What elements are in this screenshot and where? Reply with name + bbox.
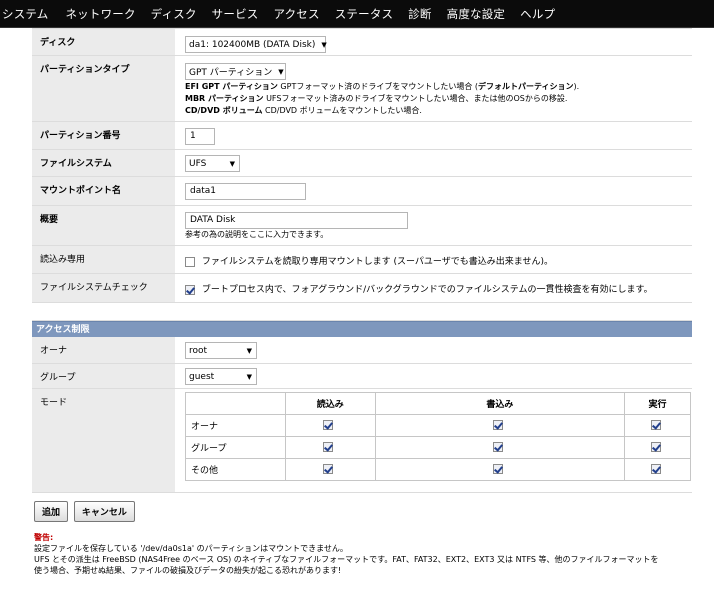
chevron-down-icon: ▼ [246, 372, 252, 381]
mount-form: ディスク da1: 102400MB (DATA Disk) ▼ パーティション… [32, 28, 692, 576]
mode-row: モード 読込み 書込み 実行 オーナ グループ その他 [32, 389, 692, 493]
chevron-down-icon: ▼ [321, 40, 327, 49]
partition-type-row: パーティションタイプ GPT パーティション ▼ EFI GPT パーティション… [32, 56, 692, 122]
readonly-label: 読込み専用 [32, 246, 175, 273]
header-read: 読込み [284, 392, 376, 415]
permission-row-owner: オーナ [185, 414, 691, 437]
nav-status[interactable]: ステータス [335, 6, 394, 22]
other-write-checkbox[interactable] [492, 464, 503, 475]
readonly-checkbox[interactable] [185, 256, 195, 267]
nav-network[interactable]: ネットワーク [65, 6, 135, 22]
permission-header-row: 読込み 書込み 実行 [185, 392, 691, 415]
spacer [32, 303, 692, 321]
filesystem-row: ファイルシステム UFS ▼ [32, 150, 692, 177]
chevron-down-icon: ▼ [278, 67, 284, 76]
fsck-text: ブートプロセス内で、フォアグラウンド/バックグラウンドでのファイルシステムの一貫… [201, 285, 653, 295]
partition-number-label: パーティション番号 [32, 122, 175, 149]
group-read-checkbox[interactable] [323, 442, 334, 453]
permission-row-other: その他 [185, 458, 691, 481]
top-nav-bar: システム ネットワーク ディスク サービス アクセス ステータス 診断 高度な設… [0, 0, 714, 28]
filesystem-value: UFS [189, 158, 207, 169]
partition-type-select[interactable]: GPT パーティション ▼ [185, 63, 286, 80]
disk-row: ディスク da1: 102400MB (DATA Disk) ▼ [32, 28, 692, 56]
warning-line-2: UFS とその派生は FreeBSD (NAS4Free のベース OS) のネ… [34, 555, 659, 564]
warning-line-1: 設定ファイルを保存している '/dev/da0s1a' のパーティションはマウン… [34, 544, 348, 553]
other-exec-checkbox[interactable] [650, 464, 661, 475]
warning-line-3: 使う場合、予期せぬ結果、ファイルの破損及びデータの紛失が起こる恐れがあります! [34, 566, 342, 575]
partition-type-value: GPT パーティション [189, 68, 273, 78]
description-label: 概要 [32, 206, 175, 245]
row-name: グループ [185, 436, 286, 459]
mode-label: モード [32, 389, 175, 492]
group-label: グループ [32, 364, 175, 388]
permission-row-group: グループ [185, 436, 691, 459]
warning-title: 警告: [34, 533, 54, 542]
row-name: オーナ [185, 414, 286, 437]
filesystem-select[interactable]: UFS ▼ [185, 155, 240, 172]
warning-block: 警告: 設定ファイルを保存している '/dev/da0s1a' のパーティション… [32, 522, 692, 576]
group-write-checkbox[interactable] [492, 442, 503, 453]
group-exec-checkbox[interactable] [650, 442, 661, 453]
disk-select-value: da1: 102400MB (DATA Disk) [189, 39, 316, 50]
partition-type-label: パーティションタイプ [32, 56, 175, 121]
nav-advanced[interactable]: 高度な設定 [447, 6, 506, 22]
group-row: グループ guest ▼ [32, 364, 692, 389]
group-select[interactable]: guest ▼ [185, 368, 257, 385]
readonly-row: 読込み専用 ファイルシステムを読取り専用マウントします (スーパユーザでも書込み… [32, 246, 692, 274]
header-exec: 実行 [624, 392, 691, 415]
permission-table: 読込み 書込み 実行 オーナ グループ その他 [185, 392, 691, 481]
owner-write-checkbox[interactable] [492, 420, 503, 431]
disk-select[interactable]: da1: 102400MB (DATA Disk) ▼ [185, 36, 327, 53]
owner-exec-checkbox[interactable] [650, 420, 661, 431]
filesystem-label: ファイルシステム [32, 150, 175, 176]
partition-number-row: パーティション番号 1 [32, 122, 692, 150]
mountpoint-label: マウントポイント名 [32, 177, 175, 205]
description-hint: 参考の為の説明をここに入力できます。 [185, 230, 329, 239]
other-read-checkbox[interactable] [323, 464, 334, 475]
chevron-down-icon: ▼ [229, 159, 235, 168]
fsck-label: ファイルシステムチェック [32, 274, 175, 302]
fsck-row: ファイルシステムチェック ブートプロセス内で、フォアグラウンド/バックグラウンド… [32, 274, 692, 303]
nav-help[interactable]: ヘルプ [520, 6, 555, 22]
fsck-checkbox[interactable] [185, 284, 195, 295]
mountpoint-row: マウントポイント名 data1 [32, 177, 692, 206]
nav-access[interactable]: アクセス [273, 6, 319, 22]
owner-value: root [189, 345, 208, 356]
access-section-title: アクセス制限 [32, 321, 692, 337]
description-row: 概要 DATA Disk 参考の為の説明をここに入力できます。 [32, 206, 692, 246]
owner-label: オーナ [32, 337, 175, 363]
button-bar: 追加 キャンセル [32, 493, 692, 522]
disk-label: ディスク [32, 29, 175, 55]
row-name: その他 [185, 458, 286, 481]
readonly-text: ファイルシステムを読取り専用マウントします (スーパユーザでも書込み出来ません)… [201, 257, 553, 267]
nav-disks[interactable]: ディスク [151, 6, 197, 22]
add-button[interactable]: 追加 [34, 501, 69, 522]
owner-row: オーナ root ▼ [32, 337, 692, 364]
description-input[interactable]: DATA Disk [185, 212, 408, 229]
partition-type-description: EFI GPT パーティション GPTフォーマット済のドライブをマウントしたい場… [185, 82, 580, 115]
nav-services[interactable]: サービス [212, 6, 259, 22]
owner-read-checkbox[interactable] [323, 420, 334, 431]
chevron-down-icon: ▼ [246, 346, 252, 355]
nav-diagnostics[interactable]: 診断 [408, 6, 431, 22]
partition-number-input[interactable]: 1 [185, 128, 215, 145]
header-write: 書込み [374, 392, 626, 415]
owner-select[interactable]: root ▼ [185, 342, 257, 359]
group-value: guest [189, 371, 215, 382]
mountpoint-input[interactable]: data1 [185, 183, 306, 200]
nav-system[interactable]: システム [2, 6, 48, 22]
cancel-button[interactable]: キャンセル [73, 501, 135, 522]
header-blank [185, 392, 286, 415]
